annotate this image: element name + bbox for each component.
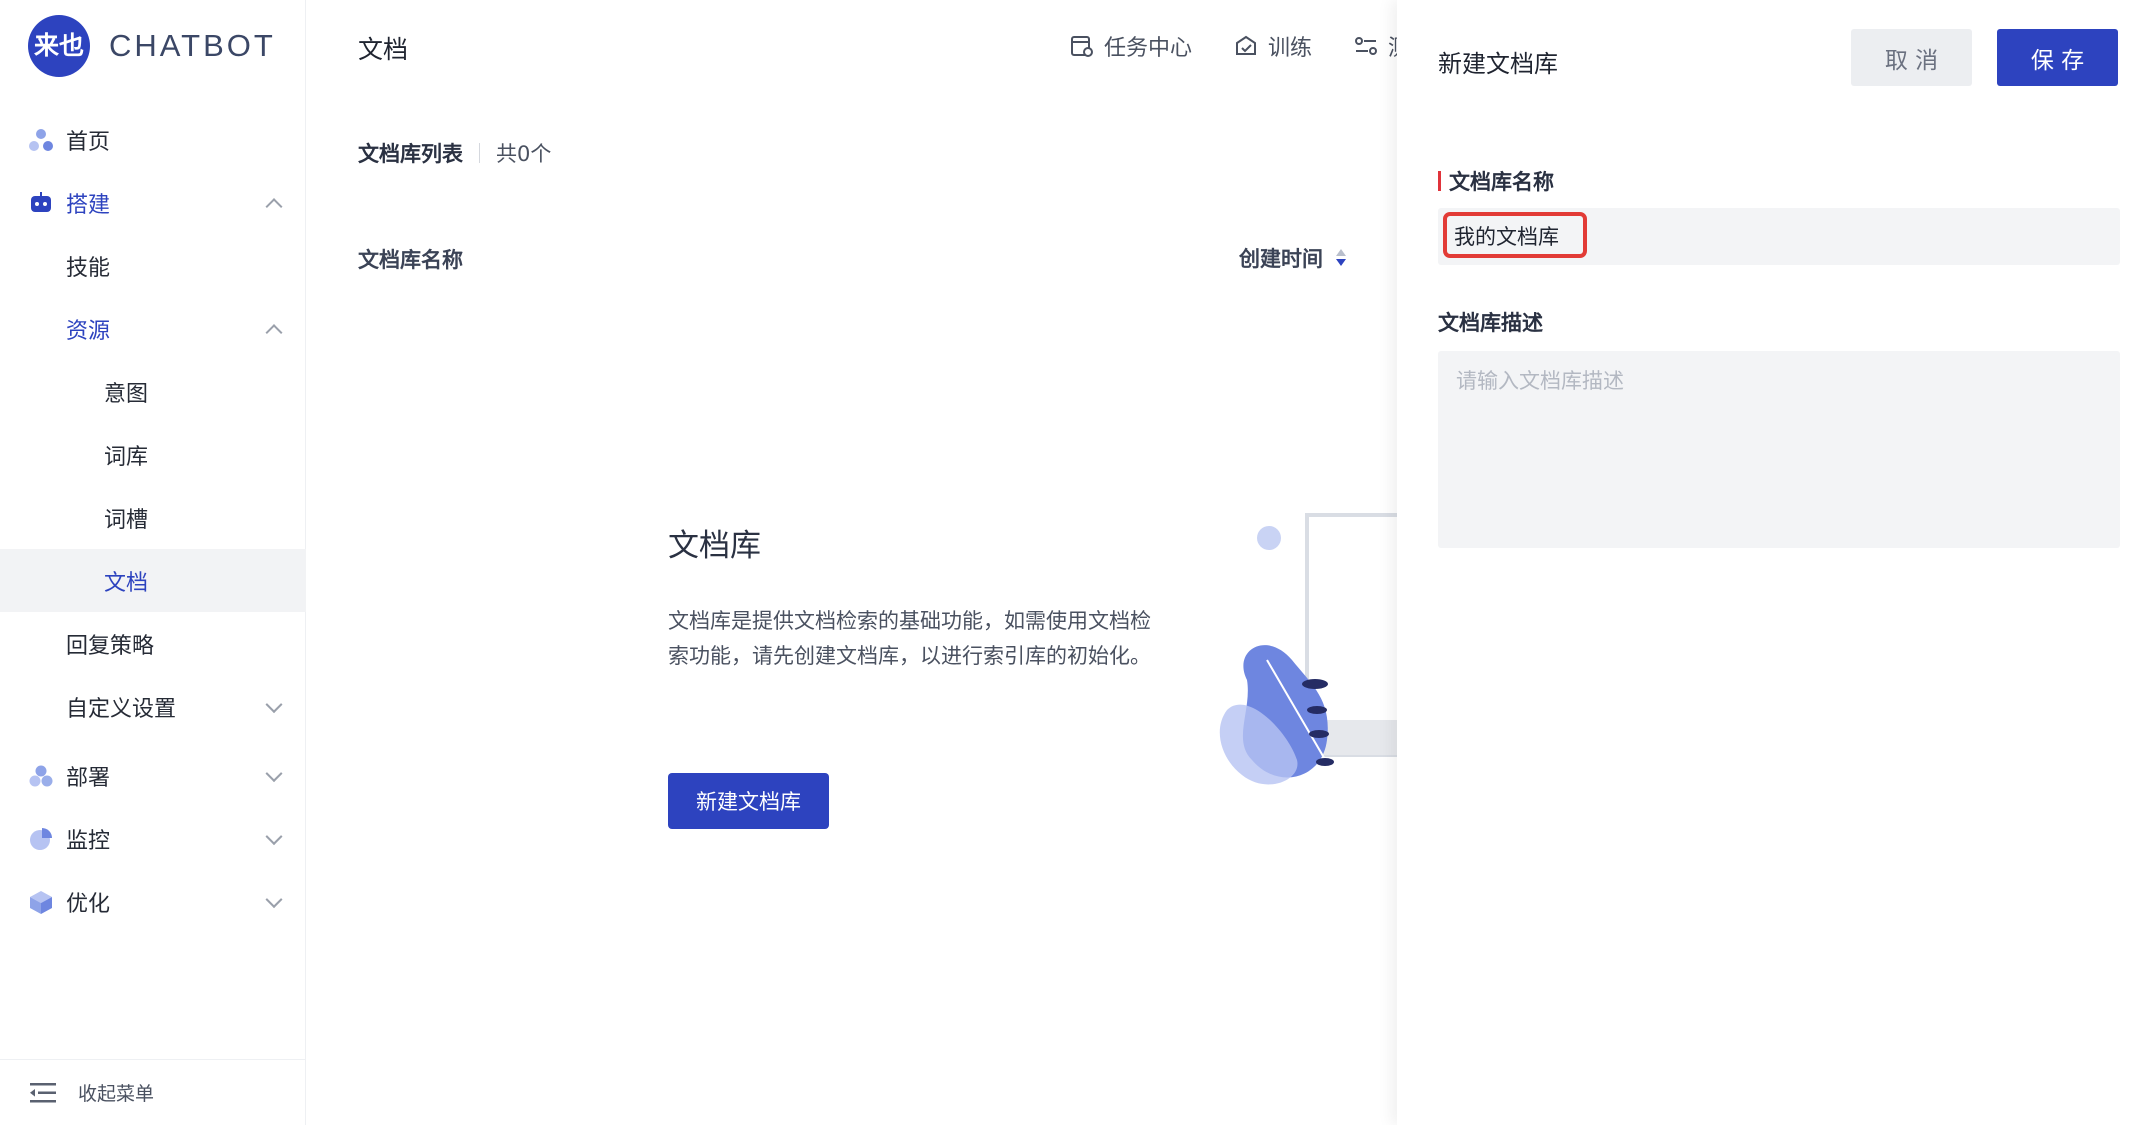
empty-state-title: 文档库 <box>668 528 761 564</box>
empty-state-description: 文档库是提供文档检索的基础功能，如需使用文档检索功能，请先创建文档库，以进行索引… <box>668 609 1151 668</box>
cancel-button[interactable]: 取 消 <box>1851 29 1972 86</box>
sidebar-item-home[interactable]: 首页 <box>0 108 306 171</box>
collapse-menu-label: 收起菜单 <box>78 1083 155 1105</box>
sidebar-item-skills[interactable]: 技能 <box>0 234 306 297</box>
top-actions: 任务中心 训练 测 <box>1070 30 1397 62</box>
chevron-up-icon <box>265 323 283 341</box>
sidebar-item-documents[interactable]: 文档 <box>0 549 306 612</box>
cube-icon <box>30 890 52 914</box>
sidebar-item-custom-settings[interactable]: 自定义设置 <box>0 675 306 738</box>
sidebar-item-intents[interactable]: 意图 <box>0 360 306 423</box>
library-name-field <box>1438 208 2120 265</box>
library-description-label: 文档库描述 <box>1438 311 1543 335</box>
collapse-menu-icon <box>30 1082 56 1102</box>
train-button[interactable]: 训练 <box>1234 30 1312 62</box>
brand-name: CHATBOT <box>109 28 276 63</box>
test-label: 测 <box>1388 30 1397 62</box>
sidebar-item-label: 技能 <box>66 255 111 281</box>
list-count: 共0个 <box>496 142 552 166</box>
column-header-label: 创建时间 <box>1239 247 1323 271</box>
deploy-icon <box>29 765 53 786</box>
sidebar-item-label: 意图 <box>104 381 149 407</box>
library-name-label: 文档库名称 <box>1438 166 1554 196</box>
save-button[interactable]: 保 存 <box>1997 29 2118 86</box>
sidebar-item-reply-strategy[interactable]: 回复策略 <box>0 612 306 675</box>
required-marker <box>1438 171 1441 191</box>
train-label: 训练 <box>1268 36 1313 61</box>
chevron-down-icon <box>265 890 283 908</box>
sidebar-item-label: 文档 <box>104 570 149 596</box>
library-name-input[interactable] <box>1454 218 2104 254</box>
task-center-icon <box>1071 36 1093 57</box>
pie-chart-icon <box>30 827 52 850</box>
sidebar-item-label: 首页 <box>66 129 111 155</box>
test-button[interactable]: 测 <box>1354 30 1397 62</box>
column-header-name: 文档库名称 <box>358 248 463 272</box>
create-library-drawer: 新建文档库 取 消 保 存 文档库名称 文档库描述 <box>1397 0 2142 1125</box>
brand-logo: 来也 <box>28 15 90 77</box>
sidebar-item-deploy[interactable]: 部署 <box>0 744 306 807</box>
chevron-up-icon <box>265 197 283 215</box>
sidebar-item-label: 优化 <box>66 891 111 917</box>
sidebar-nav: 首页 搭建 技能 资源 意图 词库 词槽 文档 回复策略 自定义设置 部署 监控… <box>0 108 306 933</box>
main-content: 文档 任务中心 训练 测 文档库列表 共0个 文档库名称 创建时间 文档库 文档… <box>307 0 1397 1125</box>
sidebar-item-slots[interactable]: 词槽 <box>0 486 306 549</box>
robot-icon <box>31 191 51 212</box>
train-icon <box>1236 35 1257 55</box>
task-center-button[interactable]: 任务中心 <box>1070 30 1192 62</box>
sidebar-item-build[interactable]: 搭建 <box>0 171 306 234</box>
brand[interactable]: 来也 CHATBOT <box>28 15 276 77</box>
chevron-down-icon <box>265 695 283 713</box>
sidebar-item-label: 搭建 <box>66 192 111 218</box>
divider <box>479 143 480 163</box>
chevron-down-icon <box>265 827 283 845</box>
create-library-button[interactable]: 新建文档库 <box>668 773 829 829</box>
list-title: 文档库列表 <box>358 142 463 166</box>
sidebar-item-resources[interactable]: 资源 <box>0 297 306 360</box>
task-center-label: 任务中心 <box>1104 36 1193 61</box>
test-icon <box>1355 37 1378 55</box>
sidebar-item-label: 监控 <box>66 828 111 854</box>
column-header-created-time[interactable]: 创建时间 <box>1239 243 1347 273</box>
sidebar-item-lexicon[interactable]: 词库 <box>0 423 306 486</box>
page-title: 文档 <box>358 35 409 64</box>
sidebar-item-optimize[interactable]: 优化 <box>0 870 306 933</box>
sidebar-item-label: 词库 <box>104 444 149 470</box>
sidebar-item-label: 回复策略 <box>66 633 155 659</box>
list-header: 文档库列表 共0个 <box>358 138 551 168</box>
drawer-title: 新建文档库 <box>1438 50 1558 78</box>
library-description-textarea[interactable] <box>1438 351 2120 548</box>
sidebar-item-label: 词槽 <box>104 507 149 533</box>
sidebar-item-label: 部署 <box>66 765 111 791</box>
sidebar-item-monitor[interactable]: 监控 <box>0 807 306 870</box>
sort-icon[interactable] <box>1335 248 1347 268</box>
chevron-down-icon <box>265 764 283 782</box>
collapse-menu-button[interactable]: 收起菜单 <box>0 1059 306 1125</box>
sidebar: 来也 CHATBOT 首页 搭建 技能 资源 意图 词库 词槽 文档 回复策略 … <box>0 0 306 1125</box>
sidebar-item-label: 资源 <box>66 318 111 344</box>
document-library-illustration <box>1219 513 1397 785</box>
sidebar-item-label: 自定义设置 <box>66 696 177 722</box>
home-icon <box>29 128 53 151</box>
library-name-label-text: 文档库名称 <box>1449 170 1554 194</box>
